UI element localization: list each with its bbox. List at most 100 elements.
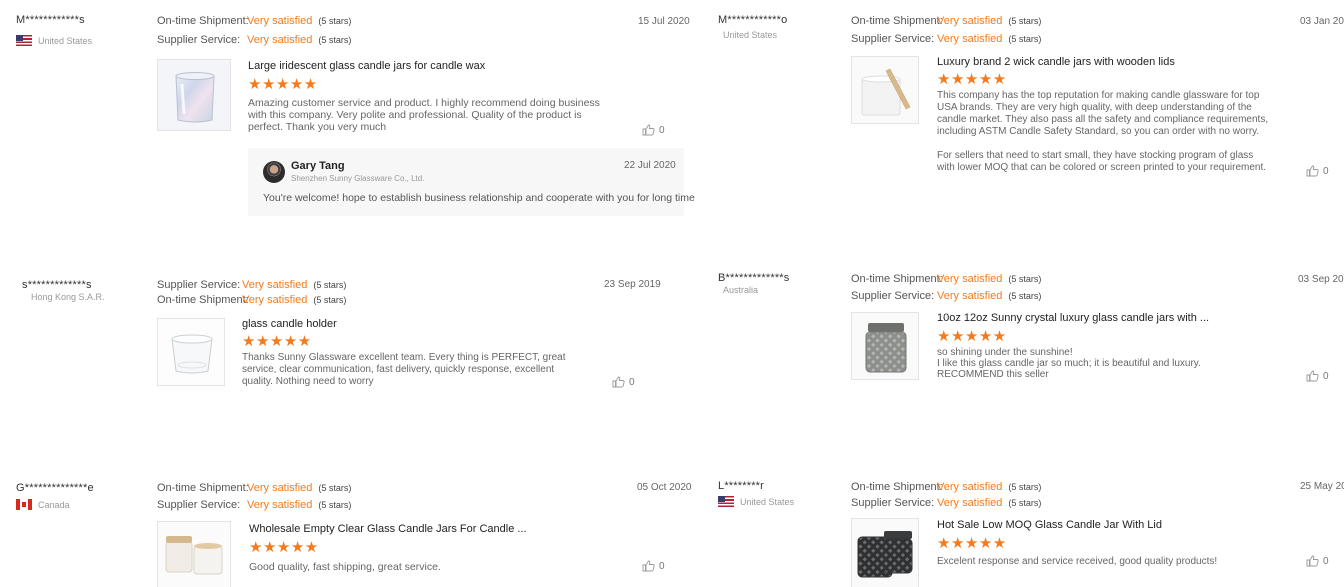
white-jar-wooden-lid-image <box>852 57 918 123</box>
review-text: so shining under the sunshine! I like th… <box>937 347 1269 380</box>
supplier-service-rating: Supplier Service: Very satisfied (5 star… <box>157 34 351 46</box>
review-star-rating: ★★★★★ <box>248 76 318 93</box>
rating-label: On-time Shipment: <box>851 481 943 493</box>
review-star-rating: ★★★★★ <box>937 535 1007 552</box>
like-count: 0 <box>659 560 665 572</box>
like-button[interactable]: 0 <box>1306 165 1329 177</box>
like-button[interactable]: 0 <box>1306 555 1329 567</box>
rating-stars: (5 stars) <box>313 280 347 290</box>
product-thumbnail[interactable] <box>851 56 919 124</box>
rating-label: Supplier Service: <box>851 497 935 509</box>
like-count: 0 <box>1323 555 1329 567</box>
reply-company: Shenzhen Sunny Glassware Co., Ltd. <box>291 174 425 183</box>
rating-label: On-time Shipment: <box>157 294 249 306</box>
review-date: 05 Oct 2020 <box>637 482 692 493</box>
supplier-service-rating: Supplier Service: Very satisfied (5 star… <box>157 499 351 511</box>
rating-label: Supplier Service: <box>157 499 241 511</box>
rating-label: On-time Shipment: <box>851 273 943 285</box>
ontime-shipment-rating: On-time Shipment: Very satisfied (5 star… <box>851 481 1041 493</box>
country-label: Canada <box>38 499 70 510</box>
product-thumbnail[interactable] <box>157 521 231 587</box>
review-date: 03 Sep 2020 <box>1298 274 1344 285</box>
rating-stars: (5 stars) <box>318 16 352 26</box>
rating-value: Very satisfied <box>937 15 1003 27</box>
rating-stars: (5 stars) <box>1008 34 1042 44</box>
us-flag-icon <box>16 35 32 46</box>
product-title-link[interactable]: 10oz 12oz Sunny crystal luxury glass can… <box>937 312 1209 324</box>
like-button[interactable]: 0 <box>1306 370 1329 382</box>
buyer-country: Hong Kong S.A.R. <box>31 292 105 302</box>
country-label: United States <box>740 496 795 507</box>
ontime-shipment-rating: On-time Shipment: Very satisfied (5 star… <box>157 482 351 494</box>
buyer-country: Australia <box>723 285 758 295</box>
review-text: Excelent response and service received, … <box>937 556 1218 567</box>
rating-stars: (5 stars) <box>1008 274 1042 284</box>
supplier-service-rating: Supplier Service: Very satisfied (5 star… <box>851 290 1041 302</box>
rating-value: Very satisfied <box>937 497 1003 509</box>
product-title-link[interactable]: Wholesale Empty Clear Glass Candle Jars … <box>249 523 527 535</box>
buyer-name: L********r <box>718 480 765 492</box>
like-button[interactable]: 0 <box>642 560 665 572</box>
thumbs-up-icon <box>1306 165 1319 177</box>
rating-value: Very satisfied <box>247 34 313 46</box>
rating-stars: (5 stars) <box>318 35 352 45</box>
country-label: United States <box>38 35 93 46</box>
review-line: I like this glass candle jar so much; it… <box>937 358 1201 369</box>
rating-label: Supplier Service: <box>157 279 241 291</box>
buyer-name: G**************e <box>16 482 94 494</box>
canada-flag-icon <box>16 499 32 510</box>
product-title-link[interactable]: glass candle holder <box>242 318 337 330</box>
us-flag-icon <box>718 496 734 507</box>
review-paragraph: This company has the top reputation for … <box>937 90 1269 137</box>
clear-glass-holder-image <box>158 319 224 385</box>
rating-value: Very satisfied <box>937 290 1003 302</box>
rating-label: On-time Shipment: <box>851 15 943 27</box>
thumbs-up-icon <box>642 124 655 136</box>
product-thumbnail[interactable] <box>851 312 919 380</box>
clear-jars-wood-lids-image <box>158 522 230 587</box>
reply-author-name: Gary Tang <box>291 160 345 172</box>
reply-date: 22 Jul 2020 <box>624 160 676 171</box>
rating-value: Very satisfied <box>242 279 308 291</box>
product-thumbnail[interactable] <box>157 318 225 386</box>
buyer-name: s*************s <box>22 279 92 291</box>
product-title-link[interactable]: Hot Sale Low MOQ Glass Candle Jar With L… <box>937 519 1162 531</box>
review-star-rating: ★★★★★ <box>242 333 312 350</box>
country-label: United States <box>723 30 778 40</box>
product-title-link[interactable]: Luxury brand 2 wick candle jars with woo… <box>937 56 1175 68</box>
rating-label: Supplier Service: <box>851 290 935 302</box>
review-star-rating: ★★★★★ <box>937 328 1007 345</box>
like-count: 0 <box>1323 370 1329 382</box>
thumbs-up-icon <box>1306 555 1319 567</box>
iridescent-jar-image <box>158 60 230 130</box>
rating-label: Supplier Service: <box>851 33 935 45</box>
review-line: RECOMMEND this seller <box>937 369 1049 380</box>
rating-stars: (5 stars) <box>1008 16 1042 26</box>
review-date: 03 Jan 2020 <box>1300 16 1344 27</box>
thumbs-up-icon <box>642 560 655 572</box>
rating-stars: (5 stars) <box>313 295 347 305</box>
review-paragraph: For sellers that need to start small, th… <box>937 150 1267 173</box>
supplier-reply: Gary Tang Shenzhen Sunny Glassware Co., … <box>248 148 695 216</box>
product-thumbnail[interactable] <box>157 59 231 131</box>
buyer-country: Canada <box>16 499 70 510</box>
rating-value: Very satisfied <box>937 273 1003 285</box>
thumbs-up-icon <box>1306 370 1319 382</box>
review-line: so shining under the sunshine! <box>937 347 1073 358</box>
rating-stars: (5 stars) <box>1008 498 1042 508</box>
thumbs-up-icon <box>612 376 625 388</box>
review-date: 15 Jul 2020 <box>638 16 690 27</box>
like-button[interactable]: 0 <box>612 376 635 388</box>
supplier-service-rating: Supplier Service: Very satisfied (5 star… <box>851 33 1041 45</box>
buyer-name: B*************s <box>718 272 790 284</box>
product-thumbnail[interactable] <box>851 518 919 587</box>
supplier-service-rating: Supplier Service: Very satisfied (5 star… <box>157 279 346 291</box>
dark-jar-lid-image <box>852 519 918 587</box>
product-title-link[interactable]: Large iridescent glass candle jars for c… <box>248 60 485 72</box>
review-star-rating: ★★★★★ <box>249 539 319 556</box>
ontime-shipment-rating: On-time Shipment: Very satisfied (5 star… <box>157 294 346 306</box>
buyer-country: United States <box>16 35 92 46</box>
like-button[interactable]: 0 <box>642 124 665 136</box>
review-date: 25 May 2020 <box>1300 481 1344 492</box>
rating-value: Very satisfied <box>242 294 308 306</box>
